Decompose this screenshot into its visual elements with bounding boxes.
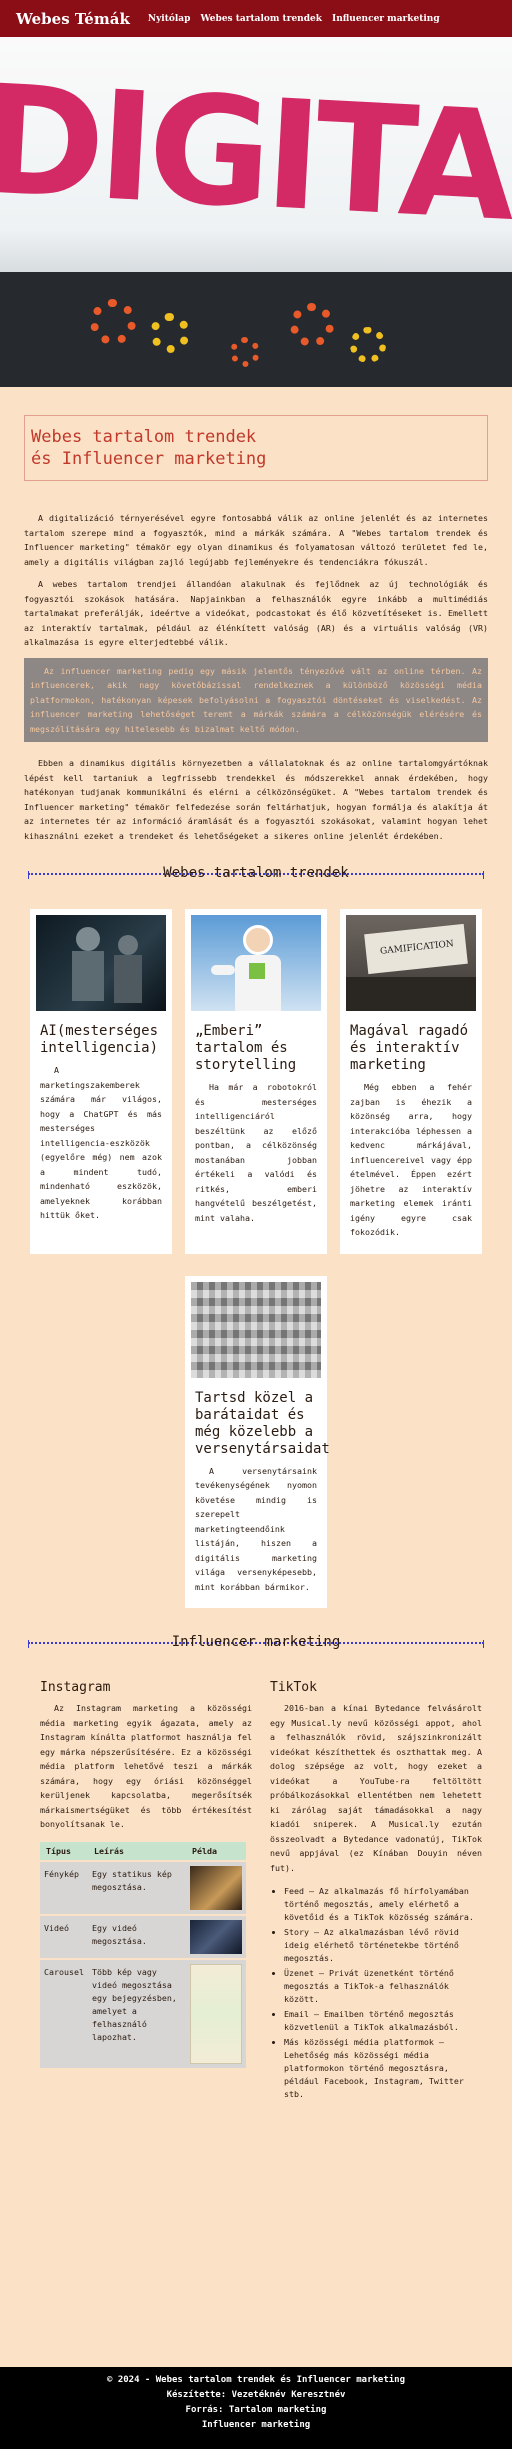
example-video-thumbnail xyxy=(190,1919,242,1954)
trend-card: Tartsd közel a barátaidat és még közeleb… xyxy=(185,1275,330,1608)
gear-icon xyxy=(230,337,260,367)
list-item: Story – Az alkalmazásban lévő rövid idei… xyxy=(284,1926,482,1965)
table-cell-type: Videó xyxy=(40,1913,88,1959)
card-image-chairs xyxy=(191,1281,321,1378)
table-header-desc: Leírás xyxy=(87,1841,186,1861)
trend-cards-row: AI(mesterséges intelligencia) A marketin… xyxy=(30,909,482,1254)
card-text: Még ebben a fehér zajban is éhezik a köz… xyxy=(350,1082,472,1237)
table-cell-example xyxy=(186,1913,246,1959)
page-title-line1: Webes tartalom trendek xyxy=(31,427,257,447)
instagram-title: Instagram xyxy=(40,1680,111,1695)
footer-author: Készítette: Vezetéknév Keresztnév xyxy=(166,2390,346,2400)
table-header-type: Típus xyxy=(40,1841,88,1861)
table-cell-type: Fénykép xyxy=(40,1859,88,1915)
list-item: Feed – Az alkalmazás fő hírfolyamában tö… xyxy=(284,1885,482,1924)
card-title: „Emberi” tartalom és storytelling xyxy=(195,1023,297,1073)
table-header-example: Példa xyxy=(186,1841,246,1861)
list-item: Üzenet – Privát üzenetként történő megos… xyxy=(284,1967,482,2006)
nav-link-trends[interactable]: Webes tartalom trendek xyxy=(200,14,322,24)
card-image-buzz xyxy=(191,915,321,1011)
tiktok-title: TikTok xyxy=(270,1680,317,1695)
footer-source-2: Influencer marketing xyxy=(201,2420,311,2430)
table-row: Videó Egy videó megosztása. xyxy=(40,1913,246,1959)
table-cell-example xyxy=(186,1957,246,2068)
influencer-columns: Instagram Az Instagram marketing a közös… xyxy=(40,1680,482,2103)
card-text: A versenytársaink tevékenységének nyomon… xyxy=(195,1465,317,1592)
gear-icon xyxy=(350,327,386,363)
card-text: Ha már a robotokról és mesterséges intel… xyxy=(195,1082,317,1223)
footer-copyright: © 2024 - Webes tartalom trendek és Influ… xyxy=(106,2375,405,2385)
brand-logo[interactable]: Webes Témák xyxy=(16,10,130,28)
intro-paragraph-2: A webes tartalom trendjei állandóan alak… xyxy=(24,579,488,647)
card-title: AI(mesterséges intelligencia) xyxy=(40,1023,159,1056)
instagram-text: Az Instagram marketing a közösségi média… xyxy=(40,1703,252,1829)
intro-paragraph-1: A digitalizáció térnyerésével egyre font… xyxy=(24,513,488,567)
nav-link-home[interactable]: Nyitólap xyxy=(148,14,191,24)
table-row: Fénykép Egy statikus kép megosztása. xyxy=(40,1859,246,1915)
trend-card: AI(mesterséges intelligencia) A marketin… xyxy=(30,909,172,1254)
table-row: Carousel Több kép vagy videó megosztása … xyxy=(40,1957,246,2068)
list-item: Más közösségi média platformok – Lehetős… xyxy=(284,2036,482,2101)
card-image-robot xyxy=(36,915,166,1011)
tiktok-share-list: Feed – Az alkalmazás fő hírfolyamában tö… xyxy=(284,1885,482,2101)
hero-dark-board xyxy=(0,272,512,387)
card-title: Tartsd közel a barátaidat és még közeleb… xyxy=(195,1389,330,1457)
hero-image: DIGITA xyxy=(0,37,512,387)
influencer-section-header: Influencer marketing xyxy=(28,1634,484,1650)
footer: © 2024 - Webes tartalom trendek és Influ… xyxy=(0,2367,512,2449)
tiktok-text: 2016-ban a kínai Bytedance felvásárolt e… xyxy=(270,1703,482,1873)
card-text: A marketingszakemberek számára már világ… xyxy=(40,1065,162,1220)
trend-card: „Emberi” tartalom és storytelling Ha már… xyxy=(185,909,327,1254)
page-title-line2: és Influencer marketing xyxy=(31,449,267,469)
intro-paragraph-4: Ebben a dinamikus digitális környezetben… xyxy=(24,758,488,841)
trend-card: GAMIFICATION Magával ragadó és interaktí… xyxy=(340,909,482,1254)
example-photo-thumbnail xyxy=(190,1865,242,1910)
instagram-table: Típus Leírás Példa Fénykép Egy statikus … xyxy=(40,1841,246,2068)
influencer-heading: Influencer marketing xyxy=(171,1634,341,1650)
hero-letters: DIGITA xyxy=(0,53,512,255)
table-cell-example xyxy=(186,1859,246,1915)
intro-title-box: Webes tartalom trendek és Influencer mar… xyxy=(24,415,488,481)
page-title: Webes tartalom trendek és Influencer mar… xyxy=(31,426,481,470)
example-carousel-thumbnail xyxy=(190,1963,242,2064)
table-cell-desc: Egy statikus kép megosztása. xyxy=(87,1859,186,1915)
card-image-typewriter: GAMIFICATION xyxy=(346,915,476,1011)
card-title: Magával ragadó és interaktív marketing xyxy=(350,1023,469,1073)
intro-paragraph-3-highlight: Az influencer marketing pedig egy másik … xyxy=(24,657,488,742)
table-cell-desc: Több kép vagy videó megosztása egy bejeg… xyxy=(87,1957,186,2068)
tiktok-column: TikTok 2016-ban a kínai Bytedance felvás… xyxy=(270,1680,482,2103)
table-cell-type: Carousel xyxy=(40,1957,88,2068)
page: Webes Témák Nyitólap Webes tartalom tren… xyxy=(0,0,512,2449)
trends-section-header: Webes tartalom trendek xyxy=(28,865,484,881)
trends-heading: Webes tartalom trendek xyxy=(163,865,349,881)
gear-icon xyxy=(290,303,334,347)
nav-link-influencer[interactable]: Influencer marketing xyxy=(332,14,440,24)
list-item: Email – Emailben történő megosztás közve… xyxy=(284,2008,482,2034)
gear-icon xyxy=(90,299,136,345)
footer-source: Forrás: Tartalom marketing xyxy=(185,2405,327,2415)
instagram-column: Instagram Az Instagram marketing a közös… xyxy=(40,1680,252,2103)
gear-icon xyxy=(150,313,190,353)
top-navbar: Webes Témák Nyitólap Webes tartalom tren… xyxy=(0,0,512,37)
table-cell-desc: Egy videó megosztása. xyxy=(87,1913,186,1959)
